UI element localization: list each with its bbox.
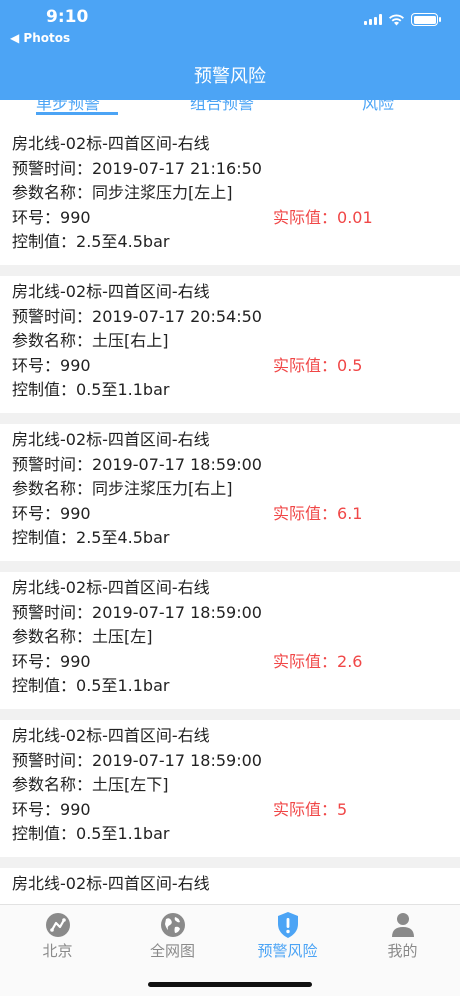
wifi-icon: [389, 13, 404, 25]
actual-label: 实际值：: [273, 799, 338, 819]
warning-time: 2019-07-17 18:59:00: [92, 602, 262, 622]
ring-label: 环号：: [12, 355, 61, 375]
control-value: 0.5至1.1bar: [76, 824, 170, 844]
actual-label: 实际值：: [273, 503, 338, 523]
globe-icon: [160, 913, 185, 937]
param-name: 土压[左下]: [92, 775, 169, 795]
ring-label: 环号：: [12, 207, 61, 227]
warning-card[interactable]: 房北线-02标-四首区间-右线 预警时间：2019-07-17 18:59:00…: [0, 572, 460, 709]
top-tabs: 单步预警 组合预警 风险: [0, 100, 460, 128]
status-icons: [364, 13, 441, 26]
bottom-tab-bar: 北京 全网图 预警风险 我的: [0, 904, 460, 996]
tabbar-label: 预警风险: [257, 942, 318, 960]
project-name: 房北线-02标-四首区间-右线: [12, 726, 210, 745]
actual-value: 6.1: [337, 503, 363, 523]
signal-icon: [364, 14, 382, 25]
control-label: 控制值：: [12, 676, 77, 696]
header: 9:10 ◀ Photos 预警风险: [0, 0, 460, 100]
param-name: 土压[左]: [92, 627, 153, 647]
time-label: 预警时间：: [12, 602, 93, 622]
tab-combined-warning[interactable]: 组合预警: [190, 100, 254, 114]
warning-card[interactable]: 房北线-02标-四首区间-右线: [0, 868, 460, 904]
ring-number: 990: [60, 651, 91, 671]
actual-value: 0.5: [337, 355, 363, 375]
time-label: 预警时间：: [12, 750, 93, 770]
ring-number: 990: [60, 799, 91, 819]
param-label: 参数名称：: [12, 775, 93, 795]
warning-list: 房北线-02标-四首区间-右线 预警时间：2019-07-17 21:16:50…: [0, 128, 460, 904]
ring-label: 环号：: [12, 799, 61, 819]
tabbar-item-network-map[interactable]: 全网图: [115, 911, 230, 961]
control-value: 0.5至1.1bar: [76, 380, 170, 400]
param-label: 参数名称：: [12, 331, 93, 351]
actual-value: 2.6: [337, 651, 363, 671]
control-value: 2.5至4.5bar: [76, 528, 170, 548]
tabbar-item-warning-risk[interactable]: 预警风险: [230, 911, 345, 961]
param-label: 参数名称：: [12, 183, 93, 203]
time-label: 预警时间：: [12, 158, 93, 178]
project-name: 房北线-02标-四首区间-右线: [12, 282, 210, 301]
ring-number: 990: [60, 355, 91, 375]
actual-value: 0.01: [337, 207, 373, 227]
warning-time: 2019-07-17 18:59:00: [92, 750, 262, 770]
param-name: 土压[右上]: [92, 331, 169, 351]
control-value: 0.5至1.1bar: [76, 676, 170, 696]
tabbar-item-mine[interactable]: 我的: [345, 911, 460, 961]
status-time: 9:10: [46, 7, 89, 27]
warning-time: 2019-07-17 21:16:50: [92, 158, 262, 178]
tab-active-indicator: [36, 112, 118, 115]
shield-alert-icon: [277, 912, 298, 938]
user-icon: [391, 913, 414, 937]
control-label: 控制值：: [12, 824, 77, 844]
param-name: 同步注浆压力[左上]: [92, 183, 233, 203]
ring-number: 990: [60, 503, 91, 523]
project-name: 房北线-02标-四首区间-右线: [12, 874, 210, 893]
project-name: 房北线-02标-四首区间-右线: [12, 430, 210, 449]
control-label: 控制值：: [12, 528, 77, 548]
warning-card[interactable]: 房北线-02标-四首区间-右线 预警时间：2019-07-17 18:59:00…: [0, 424, 460, 561]
ring-label: 环号：: [12, 503, 61, 523]
param-label: 参数名称：: [12, 627, 93, 647]
time-label: 预警时间：: [12, 306, 93, 326]
actual-label: 实际值：: [273, 207, 338, 227]
warning-time: 2019-07-17 20:54:50: [92, 306, 262, 326]
warning-card[interactable]: 房北线-02标-四首区间-右线 预警时间：2019-07-17 21:16:50…: [0, 128, 460, 265]
param-label: 参数名称：: [12, 479, 93, 499]
warning-time: 2019-07-17 18:59:00: [92, 454, 262, 474]
back-to-photos-link[interactable]: ◀ Photos: [10, 31, 70, 45]
warning-card[interactable]: 房北线-02标-四首区间-右线 预警时间：2019-07-17 18:59:00…: [0, 720, 460, 857]
tabbar-label: 北京: [42, 942, 73, 960]
route-icon: [45, 913, 70, 937]
home-indicator: [148, 982, 312, 987]
actual-value: 5: [337, 799, 348, 819]
control-value: 2.5至4.5bar: [76, 232, 170, 252]
tabbar-label: 全网图: [149, 942, 195, 960]
control-label: 控制值：: [12, 232, 77, 252]
warning-card[interactable]: 房北线-02标-四首区间-右线 预警时间：2019-07-17 20:54:50…: [0, 276, 460, 413]
actual-label: 实际值：: [273, 651, 338, 671]
tab-risk[interactable]: 风险: [362, 100, 394, 114]
tabbar-item-beijing[interactable]: 北京: [0, 911, 115, 961]
ring-label: 环号：: [12, 651, 61, 671]
param-name: 同步注浆压力[右上]: [92, 479, 233, 499]
time-label: 预警时间：: [12, 454, 93, 474]
control-label: 控制值：: [12, 380, 77, 400]
project-name: 房北线-02标-四首区间-右线: [12, 134, 210, 153]
tabbar-label: 我的: [387, 942, 418, 960]
project-name: 房北线-02标-四首区间-右线: [12, 578, 210, 597]
actual-label: 实际值：: [273, 355, 338, 375]
ring-number: 990: [60, 207, 91, 227]
page-title: 预警风险: [194, 66, 266, 87]
battery-icon: [411, 13, 441, 26]
